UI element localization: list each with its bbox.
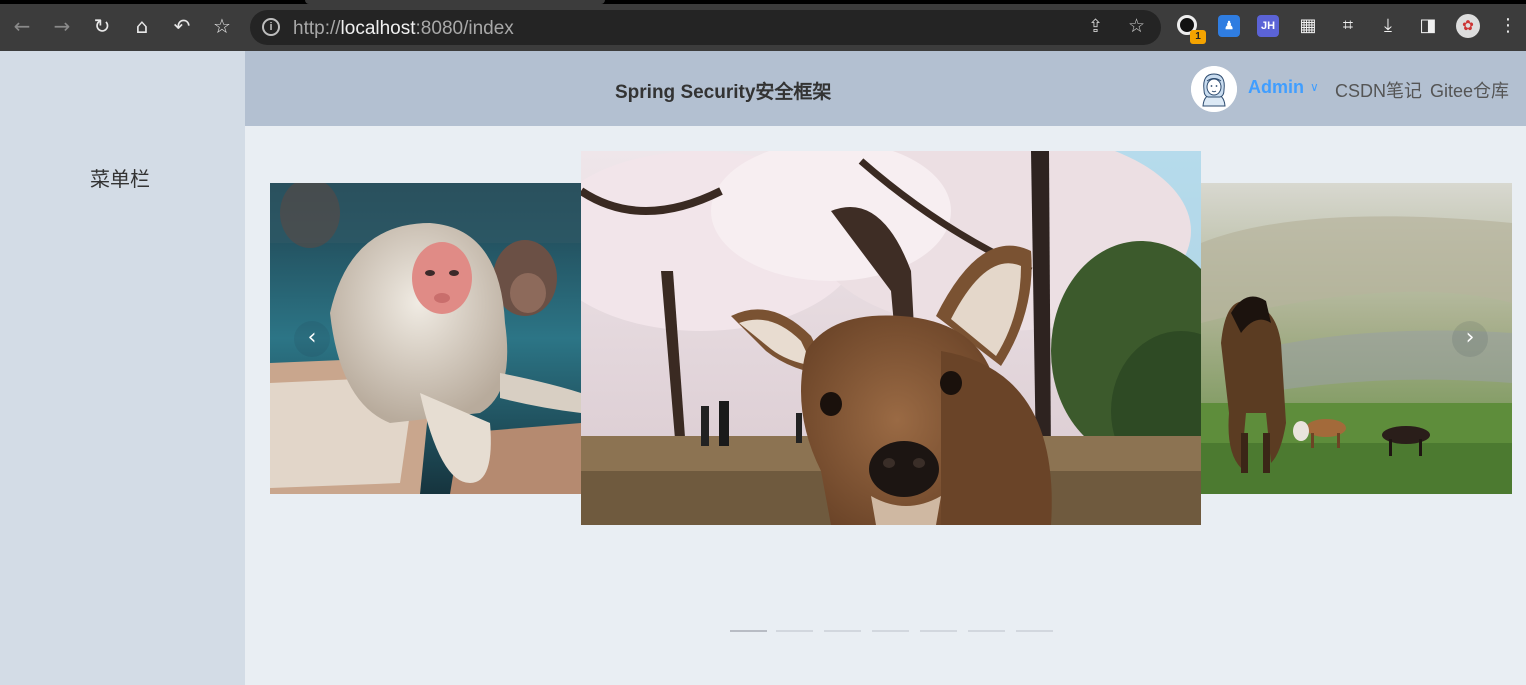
tab-strip: [0, 0, 1526, 4]
url-suffix: :8080/index: [415, 18, 514, 39]
active-tab[interactable]: [305, 0, 605, 4]
sidebar-title: 菜单栏: [90, 169, 150, 191]
bookmark-icon[interactable]: ☆: [1128, 15, 1145, 37]
chevron-down-icon: ∨: [1310, 80, 1319, 94]
undo-icon[interactable]: ↶: [169, 13, 195, 39]
carousel-indicator[interactable]: [730, 630, 767, 632]
extension-person-icon[interactable]: ♟: [1218, 15, 1240, 37]
avatar-illustration-icon: [1191, 66, 1237, 112]
address-bar[interactable]: i http://localhost:8080/index ⇪ ☆: [250, 10, 1161, 45]
avatar[interactable]: [1191, 66, 1237, 112]
page-header: Spring Security安全框架 Admin ∨ CSDN笔记 Gitee仓…: [245, 51, 1526, 126]
page-title: Spring Security安全框架: [615, 82, 832, 103]
extension-jh-icon[interactable]: JH: [1257, 15, 1279, 37]
user-name: Admin: [1248, 77, 1304, 97]
browser-toolbar: ← → ↻ ⌂ ↶ ☆ i http://localhost:8080/inde…: [0, 0, 1526, 51]
csdn-link[interactable]: CSDN笔记: [1335, 77, 1422, 103]
user-dropdown[interactable]: Admin ∨: [1248, 77, 1319, 98]
url-host: localhost: [340, 18, 416, 39]
forward-icon[interactable]: →: [49, 13, 75, 39]
carousel-indicator[interactable]: [776, 630, 813, 632]
extension-badge: 1: [1190, 30, 1206, 44]
carousel-indicator[interactable]: [968, 630, 1005, 632]
carousel-indicator[interactable]: [920, 630, 957, 632]
site-info-icon[interactable]: i: [262, 18, 280, 36]
carousel-prev-arrow[interactable]: ‹: [294, 321, 330, 357]
carousel-slide-deer[interactable]: [581, 151, 1201, 525]
carousel-slide-monkey[interactable]: ‹: [270, 183, 581, 494]
carousel-indicator[interactable]: [872, 630, 909, 632]
carousel-slide-horses[interactable]: ›: [1201, 183, 1512, 494]
extensions-grid-icon[interactable]: ▦: [1296, 14, 1320, 38]
reload-icon[interactable]: ↻: [89, 13, 115, 39]
url-text[interactable]: http://localhost:8080/index: [293, 18, 514, 40]
url-prefix: http://: [293, 18, 341, 39]
gitee-link[interactable]: Gitee仓库: [1430, 77, 1509, 103]
share-icon[interactable]: ⇪: [1088, 16, 1103, 37]
image-carousel: ‹ ›: [245, 126, 1526, 685]
download-icon[interactable]: ⤓: [1376, 14, 1400, 38]
side-panel-icon[interactable]: ◨: [1416, 14, 1440, 38]
home-icon[interactable]: ⌂: [129, 13, 155, 39]
bookmark-star-icon[interactable]: ☆: [209, 13, 235, 39]
deer-photo: [581, 151, 1201, 525]
back-icon[interactable]: ←: [9, 13, 35, 39]
crop-icon[interactable]: ⌗: [1336, 14, 1360, 38]
carousel-indicator[interactable]: [1016, 630, 1053, 632]
carousel-next-arrow[interactable]: ›: [1452, 321, 1488, 357]
carousel-indicator[interactable]: [824, 630, 861, 632]
sidebar: 菜单栏: [0, 51, 245, 685]
menu-dots-icon[interactable]: ⋮: [1496, 14, 1520, 38]
profile-avatar-icon[interactable]: ✿: [1456, 14, 1480, 38]
